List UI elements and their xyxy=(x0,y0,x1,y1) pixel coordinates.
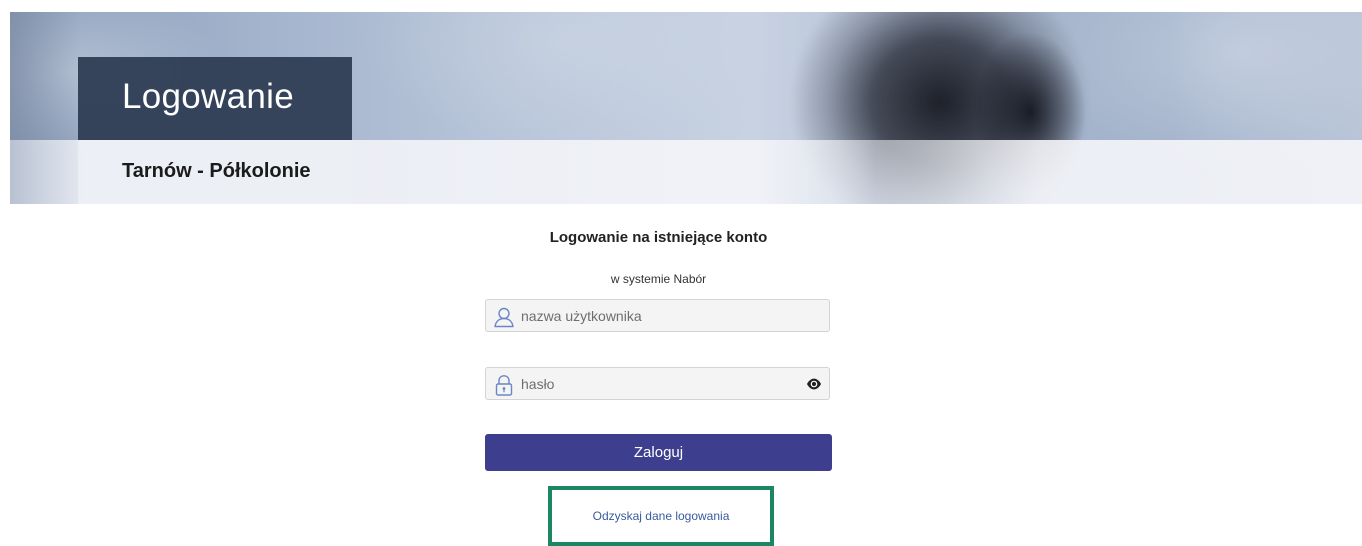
page-title: Logowanie xyxy=(122,77,295,116)
page-subtitle-box: Tarnów - Półkolonie xyxy=(78,140,352,204)
username-input[interactable] xyxy=(521,300,791,331)
login-button[interactable]: Zaloguj xyxy=(485,434,832,471)
login-subheading: w systemie Nabór xyxy=(610,272,707,286)
header-banner: Logowanie Tarnów - Półkolonie xyxy=(10,12,1362,204)
page-title-box: Logowanie xyxy=(78,57,352,140)
password-field[interactable] xyxy=(485,367,830,400)
login-heading: Logowanie na istniejące konto xyxy=(549,229,768,246)
lock-icon xyxy=(495,375,513,396)
username-field[interactable] xyxy=(485,299,830,332)
eye-icon[interactable] xyxy=(806,377,822,391)
recover-credentials-link[interactable]: Odzyskaj dane logowania xyxy=(0,509,1322,523)
page-subtitle: Tarnów - Półkolonie xyxy=(122,160,311,182)
password-input[interactable] xyxy=(521,368,791,399)
user-icon xyxy=(494,307,514,328)
